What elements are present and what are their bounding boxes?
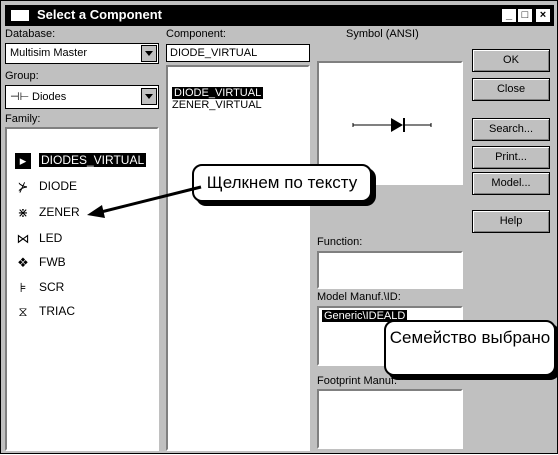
function-label: Function: bbox=[317, 236, 363, 248]
title-bar[interactable]: Select a Component _ □ × bbox=[5, 5, 554, 26]
footprint-label: Footprint Manuf. bbox=[317, 375, 398, 387]
close-window-button[interactable]: × bbox=[535, 8, 551, 23]
diode-icon: ⊁ bbox=[17, 179, 29, 194]
bridge-icon: ❖ bbox=[17, 255, 29, 270]
window-icon bbox=[10, 9, 30, 22]
family-item-label: SCR bbox=[39, 280, 65, 294]
model-label: Model Manuf.\ID: bbox=[317, 291, 401, 303]
family-item-label: TRIAC bbox=[39, 304, 75, 318]
component-item-zener-virtual[interactable]: ZENER_VIRTUAL bbox=[172, 99, 262, 111]
component-dialog: Select a Component _ □ × Database: Multi… bbox=[0, 0, 558, 454]
close-button[interactable]: Close bbox=[472, 78, 550, 101]
family-item-label: LED bbox=[39, 231, 63, 245]
group-label: Group: bbox=[5, 70, 39, 82]
database-value: Multisim Master bbox=[10, 47, 88, 59]
group-select[interactable]: ⊣⊢ Diodes bbox=[5, 85, 159, 109]
help-button[interactable]: Help bbox=[472, 210, 550, 233]
ok-button[interactable]: OK bbox=[472, 49, 550, 72]
component-input[interactable]: DIODE_VIRTUAL bbox=[166, 44, 310, 62]
click-text-callout: Щелкнем по тексту bbox=[192, 164, 372, 202]
search-button[interactable]: Search... bbox=[472, 118, 550, 141]
diode-group-icon: ⊣⊢ bbox=[10, 91, 30, 103]
group-value: Diodes bbox=[32, 91, 67, 103]
scr-icon: ⊧ bbox=[19, 280, 27, 295]
window-title: Select a Component bbox=[37, 7, 162, 22]
minimize-button[interactable]: _ bbox=[501, 8, 517, 23]
diode-virtual-icon: ▸ bbox=[15, 153, 31, 169]
family-item-label: FWB bbox=[39, 255, 66, 269]
chevron-down-icon[interactable] bbox=[141, 45, 157, 62]
component-item-diode-virtual[interactable]: DIODE_VIRTUAL bbox=[172, 87, 264, 99]
chevron-down-icon[interactable] bbox=[141, 88, 157, 105]
component-input-value: DIODE_VIRTUAL bbox=[170, 47, 258, 59]
family-item-label: DIODE bbox=[39, 179, 78, 193]
family-list[interactable]: ▸ DIODES_VIRTUAL ⊁ DIODE ⋇ ZENER ⋈ LED ❖… bbox=[5, 127, 159, 451]
maximize-button[interactable]: □ bbox=[517, 8, 533, 23]
triac-icon: ⧖ bbox=[18, 304, 28, 319]
family-item-label: DIODES_VIRTUAL bbox=[39, 153, 147, 167]
print-button[interactable]: Print... bbox=[472, 146, 550, 169]
family-item-label: ZENER bbox=[39, 205, 80, 219]
component-list[interactable]: DIODE_VIRTUAL ZENER_VIRTUAL bbox=[166, 65, 310, 451]
model-button[interactable]: Model... bbox=[472, 172, 550, 195]
family-selected-callout: Семейство выбрано bbox=[384, 320, 556, 376]
function-box bbox=[317, 251, 463, 289]
component-label: Component: bbox=[166, 28, 226, 40]
family-label: Family: bbox=[5, 113, 41, 125]
zener-icon: ⋇ bbox=[17, 205, 29, 220]
database-select[interactable]: Multisim Master bbox=[5, 43, 159, 64]
database-label: Database: bbox=[5, 28, 56, 40]
symbol-label: Symbol (ANSI) bbox=[346, 28, 419, 40]
footprint-list[interactable] bbox=[317, 389, 463, 449]
led-icon: ⋈ bbox=[16, 231, 30, 246]
